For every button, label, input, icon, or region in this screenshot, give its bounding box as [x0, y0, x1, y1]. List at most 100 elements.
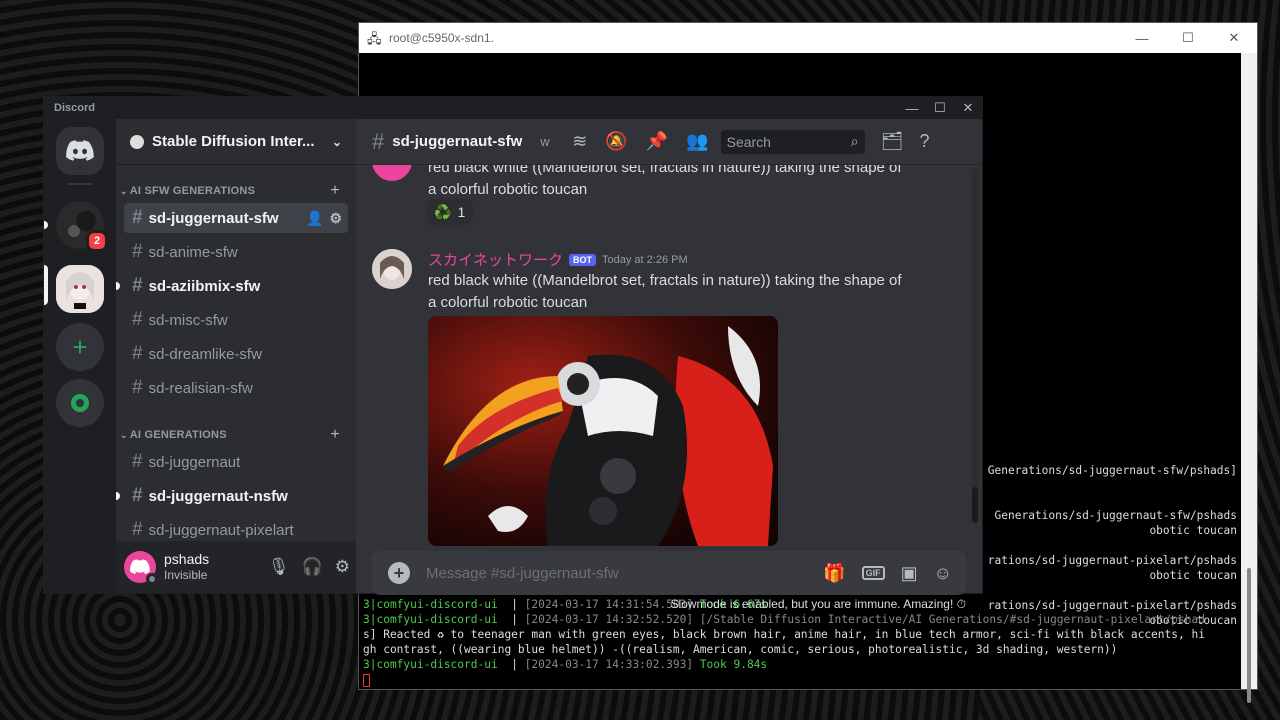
channel-label: sd-aziibmix-sfw — [148, 277, 261, 295]
home-button[interactable] — [56, 127, 104, 175]
channel-sd-aziibmix-sfw[interactable]: # sd-aziibmix-sfw — [124, 271, 348, 301]
invite-icon[interactable]: 👤 — [306, 210, 323, 227]
terminal-scrollbar[interactable] — [1241, 53, 1257, 703]
server-list: 2 + — [44, 119, 116, 593]
reaction-chip[interactable]: ♻️ 1 — [426, 199, 474, 225]
channel-sd-juggernaut-sfw[interactable]: # sd-juggernaut-sfw 👤 ⚙ — [124, 203, 348, 233]
message-input[interactable]: Message #sd-juggernaut-sfw — [426, 565, 619, 582]
channel-sd-juggernaut-nsfw[interactable]: # sd-juggernaut-nsfw — [124, 481, 348, 511]
channel-sd-juggernaut[interactable]: # sd-juggernaut — [124, 447, 348, 477]
terminal-line: obotic toucan — [1149, 524, 1237, 537]
add-server-button[interactable]: + — [56, 323, 104, 371]
channel-label: sd-juggernaut-sfw — [148, 209, 279, 227]
discord-titlebar[interactable]: Discord — [44, 97, 982, 119]
hashtag-icon: # — [132, 343, 143, 364]
hashtag-icon: # — [132, 241, 143, 262]
terminal-line: Generations/sd-juggernaut-sfw/pshads — [994, 509, 1237, 522]
timestamp: Today at 2:26 PM — [602, 253, 688, 266]
unread-indicator — [116, 282, 120, 290]
headphones-icon[interactable]: 🎧 — [302, 557, 323, 577]
channel-label: sd-realisian-sfw — [148, 379, 253, 397]
gear-icon[interactable]: ⚙ — [335, 557, 350, 577]
minimize-icon[interactable]: — — [1119, 23, 1165, 53]
microphone-icon[interactable]: 🎙 — [268, 557, 290, 577]
hashtag-icon: # — [132, 451, 143, 472]
timer-icon: ⏱ — [956, 597, 966, 611]
channel-sd-dreamlike-sfw[interactable]: # sd-dreamlike-sfw — [124, 339, 348, 369]
server-avatar-icon — [56, 265, 104, 313]
avatar[interactable] — [372, 249, 412, 289]
user-status: Invisible — [164, 568, 208, 582]
create-channel-icon[interactable]: + — [330, 182, 340, 200]
author-name[interactable]: スカイネットワーク — [428, 249, 563, 270]
help-icon[interactable]: ? — [919, 131, 929, 152]
recycle-icon: ♻️ — [434, 203, 452, 220]
terminal-log-line: s] Reacted ♻ to teenager man with green … — [363, 628, 1205, 641]
pin-icon[interactable]: 📌 — [646, 131, 668, 152]
category-ai-sfw-generations[interactable]: ⌄ AI SFW GENERATIONS + — [116, 181, 356, 201]
attach-plus-icon[interactable]: + — [388, 562, 410, 584]
hashtag-icon: # — [132, 519, 143, 540]
category-ai-generations[interactable]: ⌄ AI GENERATIONS + — [116, 425, 356, 445]
terminal-log-line: 3|comfyui-discord-ui | [2024-03-17 14:32… — [363, 613, 1205, 626]
hashtag-icon: # — [372, 128, 385, 154]
terminal-title: root@c5950x-sdn1. — [389, 31, 494, 45]
maximize-icon[interactable]: ☐ — [926, 97, 954, 119]
channel-header: # sd-juggernaut-sfw w ≋ 🔕 📌 👥 Search ⌕ 🗂… — [356, 119, 982, 165]
notification-badge: 2 — [86, 230, 108, 252]
chat-area: # sd-juggernaut-sfw w ≋ 🔕 📌 👥 Search ⌕ 🗂… — [356, 119, 982, 611]
channel-label: sd-juggernaut-nsfw — [148, 487, 288, 505]
inbox-icon[interactable]: 🗂 — [881, 131, 904, 152]
generated-image[interactable] — [428, 316, 778, 546]
message-composer[interactable]: + Message #sd-juggernaut-sfw 🎁 GIF ▣ ☺ — [372, 551, 966, 595]
app-title: Discord — [54, 102, 95, 114]
server-header[interactable]: Stable Diffusion Inter... ⌄ — [116, 119, 356, 165]
terminal-line: rations/sd-juggernaut-pixelart/pshads — [987, 599, 1237, 612]
channel-sd-realisian-sfw[interactable]: # sd-realisian-sfw — [124, 373, 348, 403]
search-placeholder: Search — [726, 133, 771, 150]
message-list[interactable]: red black white ((Mandelbrot set, fracta… — [356, 165, 972, 547]
create-channel-icon[interactable]: + — [330, 426, 340, 444]
hashtag-icon: # — [132, 485, 143, 506]
channel-label: sd-dreamlike-sfw — [148, 345, 262, 363]
channel-topic[interactable]: w — [540, 134, 558, 149]
chevron-down-icon: ⌄ — [331, 134, 342, 149]
terminal-log-line: gh contrast, ((wearing blue helmet)) -((… — [363, 643, 1118, 656]
channel-sd-juggernaut-pixelart[interactable]: # sd-juggernaut-pixelart — [124, 515, 348, 545]
avatar[interactable] — [372, 165, 412, 181]
channel-sd-misc-sfw[interactable]: # sd-misc-sfw — [124, 305, 348, 335]
hashtag-icon: # — [132, 309, 143, 330]
terminal-cursor[interactable] — [363, 672, 370, 687]
slowmode-notice: Slowmode is enabled, but you are immune.… — [670, 597, 966, 611]
message-text: red black white ((Mandelbrot set, fracta… — [428, 165, 902, 198]
server-badge-icon — [130, 134, 144, 149]
gift-icon[interactable]: 🎁 — [823, 563, 845, 584]
terminal-line: Generations/sd-juggernaut-sfw/pshads] — [987, 464, 1237, 477]
terminal-line: obotic toucan — [1149, 569, 1237, 582]
server-name: Stable Diffusion Inter... — [152, 133, 315, 150]
sticker-icon[interactable]: ▣ — [901, 563, 918, 584]
close-icon[interactable]: ✕ — [954, 97, 982, 119]
avatar[interactable] — [124, 551, 158, 585]
status-indicator — [146, 573, 158, 585]
mute-bell-icon[interactable]: 🔕 — [605, 131, 627, 152]
emoji-icon[interactable]: ☺ — [934, 563, 952, 584]
channel-sd-anime-sfw[interactable]: # sd-anime-sfw — [124, 237, 348, 267]
search-input[interactable]: Search ⌕ — [720, 129, 865, 154]
close-icon[interactable]: ✕ — [1211, 23, 1257, 53]
chat-scrollbar[interactable] — [972, 169, 978, 523]
members-icon[interactable]: 👥 — [686, 131, 708, 152]
gif-icon[interactable]: GIF — [861, 566, 885, 580]
search-icon: ⌕ — [850, 133, 859, 149]
minimize-icon[interactable]: — — [898, 97, 926, 119]
channel-title: sd-juggernaut-sfw — [392, 133, 523, 150]
discord-window[interactable]: Discord — ☐ ✕ 2 + Stable Diffusion Inter… — [43, 96, 983, 611]
server-icon-stable-diffusion[interactable] — [56, 265, 104, 313]
discord-logo-icon — [66, 140, 94, 161]
hashtag-icon: # — [132, 275, 143, 296]
category-label: AI GENERATIONS — [129, 429, 227, 441]
threads-icon[interactable]: ≋ — [572, 131, 587, 152]
explore-servers-button[interactable] — [56, 379, 104, 427]
gear-icon[interactable]: ⚙ — [329, 210, 342, 227]
maximize-icon[interactable]: ☐ — [1165, 23, 1211, 53]
